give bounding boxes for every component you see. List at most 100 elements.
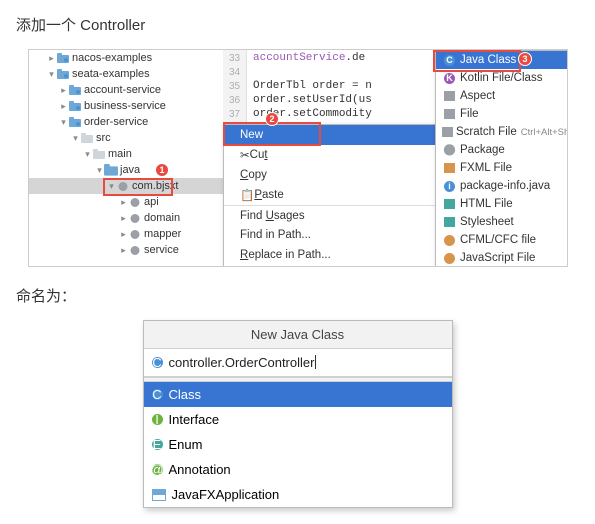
tree-item-main[interactable]: main	[29, 146, 223, 162]
tree-item-nacos-examples[interactable]: nacos-examples	[29, 50, 223, 66]
kind-icon: I	[152, 414, 163, 425]
tree-arrow-icon[interactable]	[107, 181, 116, 192]
submenu-fxml-file[interactable]: FXML File	[436, 159, 568, 177]
tree-arrow-icon[interactable]	[119, 213, 128, 224]
submenu-label: package-info.java	[460, 180, 568, 192]
javafx-icon	[152, 489, 166, 501]
tree-item-src[interactable]: src	[29, 130, 223, 146]
submenu-kotlin-file-class[interactable]: KKotlin File/Class	[436, 69, 568, 87]
kind-icon: E	[152, 439, 163, 450]
submenu-label: FXML File	[460, 162, 568, 174]
tree-item-mapper[interactable]: mapper	[29, 226, 223, 242]
paste-icon: 📋	[240, 188, 254, 202]
tree-arrow-icon[interactable]	[59, 117, 68, 128]
menu-label: Replace in Path...	[240, 249, 449, 261]
ide-panel: nacos-examples seata-examples account-serv…	[28, 49, 568, 267]
tree-item-com-bjsxt[interactable]: com.bjsxt	[29, 178, 223, 194]
type-icon: i	[442, 179, 457, 193]
tree-arrow-icon[interactable]	[119, 197, 128, 208]
cut-icon: ✂	[240, 148, 250, 162]
tree-label: main	[108, 148, 132, 160]
tree-label: service	[144, 244, 179, 256]
submenu-html-file[interactable]: HTML File	[436, 195, 568, 213]
dialog-option-label: Interface	[169, 412, 220, 427]
tree-arrow-icon[interactable]	[47, 53, 56, 64]
submenu-cfml-cfc-file[interactable]: CFML/CFC file	[436, 231, 568, 249]
pkg-icon	[116, 180, 130, 193]
type-icon	[442, 251, 457, 265]
tree-item-account-service[interactable]: account-service	[29, 82, 223, 98]
menu-label: Find in Path...	[240, 229, 450, 241]
tree-arrow-icon[interactable]	[83, 149, 92, 160]
tree-label: business-service	[84, 100, 166, 112]
submenu-package[interactable]: Package	[436, 141, 568, 159]
pkg-icon	[128, 196, 142, 209]
badge-2: 2	[265, 112, 279, 126]
pkg-icon	[128, 228, 142, 241]
new-submenu: CJava ClassKKotlin File/ClassAspectFileS…	[435, 50, 568, 267]
submenu-package-info-java[interactable]: ipackage-info.java	[436, 177, 568, 195]
class-name-input[interactable]: controller.OrderController	[169, 355, 444, 370]
tree-item-order-service[interactable]: order-service	[29, 114, 223, 130]
line-number: 36	[223, 94, 246, 108]
submenu-label: Package	[460, 144, 568, 156]
tree-arrow-icon[interactable]	[119, 229, 128, 240]
module-icon	[68, 84, 82, 97]
tree-arrow-icon[interactable]	[59, 101, 68, 112]
dialog-option-annotation[interactable]: @Annotation	[144, 457, 452, 482]
dialog-option-enum[interactable]: EEnum	[144, 432, 452, 457]
dialog-option-javafxapplication[interactable]: JavaFXApplication	[144, 482, 452, 507]
submenu-javascript-file[interactable]: JavaScript File	[436, 249, 568, 267]
module-icon	[56, 52, 70, 65]
file-icon	[442, 215, 457, 229]
tree-arrow-icon[interactable]	[119, 245, 128, 256]
dialog-input-row[interactable]: C controller.OrderController	[144, 349, 452, 377]
folder-icon	[80, 132, 94, 145]
type-icon: K	[442, 71, 457, 85]
tree-label: seata-examples	[72, 68, 150, 80]
folder-blue-icon	[104, 164, 118, 177]
submenu-label: File	[460, 108, 568, 120]
file-icon	[442, 107, 457, 121]
pkg-icon	[128, 212, 142, 225]
submenu-label: Kotlin File/Class	[460, 72, 568, 84]
submenu-java-class[interactable]: CJava Class	[436, 51, 568, 69]
tree-item-java[interactable]: java	[29, 162, 223, 178]
submenu-scratch-file[interactable]: Scratch FileCtrl+Alt+Shift+Insert	[436, 123, 568, 141]
line-number: 37	[223, 108, 246, 122]
tree-item-api[interactable]: api	[29, 194, 223, 210]
tree-item-service[interactable]: service	[29, 242, 223, 258]
tree-arrow-icon[interactable]	[59, 85, 68, 96]
kind-icon: C	[152, 389, 163, 400]
dialog-option-class[interactable]: C Class	[144, 382, 452, 407]
tree-item-business-service[interactable]: business-service	[29, 98, 223, 114]
tree-item-domain[interactable]: domain	[29, 210, 223, 226]
tree-arrow-icon[interactable]	[71, 133, 80, 144]
tree-item-seata-examples[interactable]: seata-examples	[29, 66, 223, 82]
submenu-stylesheet[interactable]: Stylesheet	[436, 213, 568, 231]
submenu-file[interactable]: File	[436, 105, 568, 123]
submenu-aspect[interactable]: Aspect	[436, 87, 568, 105]
tree-label: order-service	[84, 116, 148, 128]
tree-label: account-service	[84, 84, 161, 96]
pkg-icon	[128, 244, 142, 257]
file-icon	[442, 197, 457, 211]
tree-label: nacos-examples	[72, 52, 152, 64]
editor-gutter: 3334353637	[223, 50, 247, 124]
new-class-dialog: New Java Class C controller.OrderControl…	[143, 320, 453, 508]
module-icon	[68, 116, 82, 129]
tree-label: java	[120, 164, 140, 176]
dialog-option-interface[interactable]: I Interface	[144, 407, 452, 432]
dialog-option-label: Class	[169, 387, 202, 402]
submenu-label: Aspect	[460, 90, 568, 102]
file-icon	[442, 161, 457, 175]
submenu-label: Java Class	[460, 54, 568, 66]
heading-1: 添加一个 Controller	[0, 0, 595, 49]
tree-label: src	[96, 132, 111, 144]
tree-arrow-icon[interactable]	[47, 69, 56, 80]
tree-arrow-icon[interactable]	[95, 165, 104, 176]
tree-label: api	[144, 196, 159, 208]
submenu-label: JavaScript File	[460, 252, 568, 264]
tree-label: domain	[144, 212, 180, 224]
badge-3: 3	[518, 52, 532, 66]
